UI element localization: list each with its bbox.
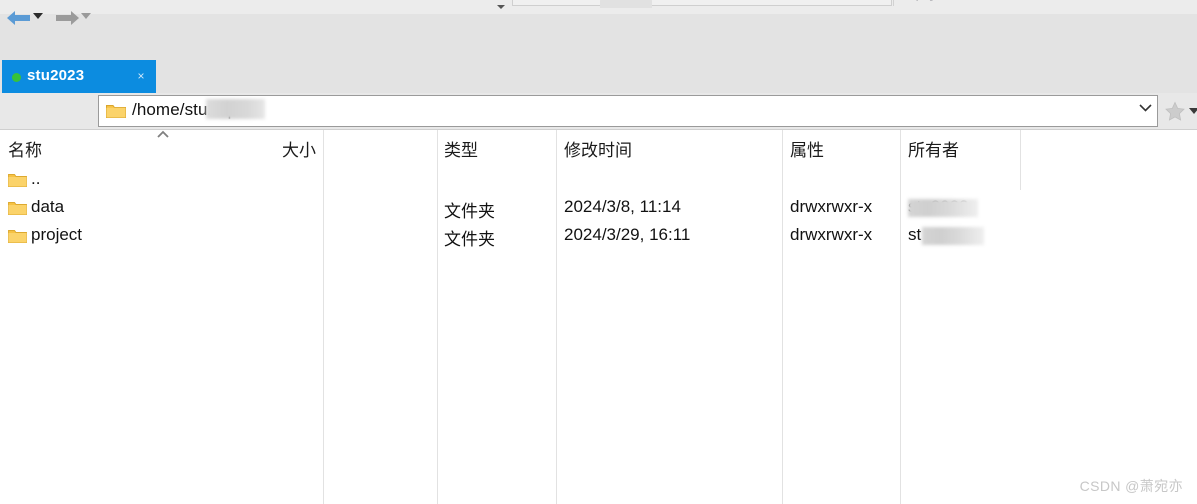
- redaction-blur-owner: [908, 199, 978, 217]
- back-button[interactable]: [4, 4, 34, 32]
- tab-label: stu2023: [27, 67, 85, 84]
- table-row[interactable]: ..: [0, 166, 1197, 194]
- forward-button[interactable]: [52, 4, 82, 32]
- password-label: 密码: [905, 0, 935, 4]
- file-attr: drwxrwxr-x: [790, 225, 873, 244]
- file-name: data: [31, 197, 65, 216]
- column-header-attr[interactable]: 属性: [790, 136, 824, 161]
- watermark: CSDN @萧宛亦: [1079, 478, 1183, 494]
- connection-status-dot: [12, 73, 21, 82]
- sort-ascending-icon: [157, 130, 169, 138]
- file-manager-window: stu2023 密码 stu2023 × /home/s: [0, 0, 1197, 504]
- session-combo[interactable]: stu2023: [512, 0, 892, 6]
- header-top-rule: [0, 129, 1197, 130]
- file-attr: drwxrwxr-x: [790, 197, 873, 216]
- tab-stu2023[interactable]: stu2023 ×: [2, 60, 156, 93]
- file-owner: st: [908, 225, 922, 244]
- chevron-down-icon[interactable]: [1139, 104, 1152, 112]
- session-combo-value: stu2023: [521, 0, 574, 2]
- back-history-caret-icon[interactable]: [33, 13, 43, 19]
- star-icon[interactable]: [1164, 100, 1186, 122]
- column-header-type[interactable]: 类型: [444, 136, 478, 161]
- file-name: ..: [31, 169, 41, 188]
- file-name: project: [31, 225, 83, 244]
- column-header-name[interactable]: 名称: [8, 136, 42, 161]
- redaction-blur-path: [206, 99, 265, 119]
- file-type: 文件夹: [444, 202, 495, 221]
- redaction-blur-owner: [922, 227, 984, 245]
- table-row[interactable]: data 文件夹 2024/3/8, 11:14 drwxrwxr-x stu2…: [0, 194, 1197, 222]
- file-mtime: 2024/3/8, 11:14: [564, 197, 681, 216]
- file-type: 文件夹: [444, 230, 495, 249]
- forward-arrow-icon: [56, 11, 79, 25]
- folder-icon: [8, 202, 27, 215]
- column-header-owner[interactable]: 所有者: [908, 136, 959, 161]
- clipped-toolbar-strip: stu2023 密码: [0, 0, 1197, 14]
- folder-icon: [106, 105, 126, 118]
- folder-icon: [8, 230, 27, 243]
- file-mtime: 2024/3/29, 16:11: [564, 225, 691, 244]
- folder-icon: [8, 174, 27, 187]
- clipped-tab-nub: [600, 0, 652, 8]
- column-header-size[interactable]: 大小: [236, 136, 316, 161]
- tab-bar: stu2023 ×: [0, 14, 1197, 107]
- clipped-caret-icon[interactable]: [497, 5, 505, 9]
- forward-history-caret-icon[interactable]: [81, 13, 91, 19]
- table-row[interactable]: project 文件夹 2024/3/29, 16:11 drwxrwxr-x …: [0, 222, 1197, 250]
- close-icon[interactable]: ×: [134, 69, 148, 83]
- toolbar-divider: [893, 0, 894, 6]
- back-arrow-icon: [7, 11, 30, 25]
- file-list: 名称 大小 类型 修改时间 属性 所有者 .. data 文件夹 2024/3/…: [0, 129, 1197, 504]
- column-header-mtime[interactable]: 修改时间: [564, 136, 632, 161]
- bookmark-menu-caret-icon[interactable]: [1189, 108, 1197, 114]
